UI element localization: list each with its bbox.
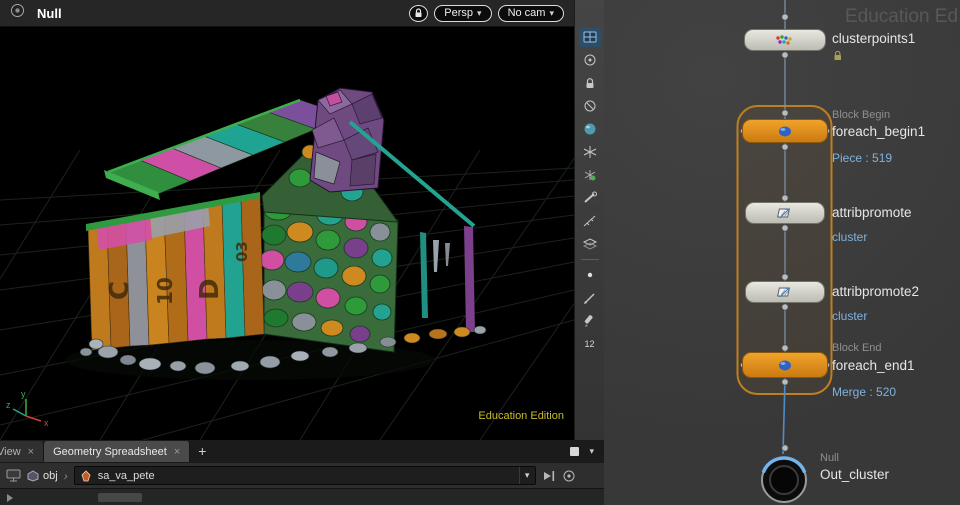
svg-text:z: z xyxy=(6,400,11,410)
node-foreach-begin1-label[interactable]: foreach_begin1 xyxy=(832,124,925,139)
toolbar-orbit-icon[interactable] xyxy=(579,50,601,70)
camera-label: No cam xyxy=(507,7,546,19)
node-foreach-end1-info: Merge : 520 xyxy=(832,385,897,399)
attribpromote-icon xyxy=(777,208,790,219)
expand-caret-icon[interactable] xyxy=(7,494,13,502)
scene-viewport[interactable]: C 10 D 03 y z x Null Persp ▾ No cam ▾ Ed… xyxy=(0,0,574,440)
node-attribpromote[interactable] xyxy=(745,202,825,224)
chevron-down-icon: ▾ xyxy=(549,7,554,18)
toolbar-layout-icon[interactable] xyxy=(578,27,601,47)
pane-menu-icon[interactable]: ▾ xyxy=(589,446,594,457)
toolbar-camera-icon[interactable] xyxy=(579,96,601,116)
left-pane: C 10 D 03 y z x Null Persp ▾ No cam ▾ Ed… xyxy=(0,0,604,505)
pane-tabbar: View × Geometry Spreadsheet × + ▾ xyxy=(0,440,604,462)
houdini-window: C 10 D 03 y z x Null Persp ▾ No cam ▾ Ed… xyxy=(0,0,960,505)
node-out-cluster[interactable] xyxy=(758,454,810,505)
lock-icon xyxy=(415,8,422,17)
svg-text:C: C xyxy=(105,281,135,300)
perspective-label: Persp xyxy=(444,7,474,19)
node-attribpromote-info: cluster xyxy=(832,230,868,244)
node-clusterpoints1-label[interactable]: clusterpoints1 xyxy=(832,31,915,46)
null-output-icon xyxy=(761,456,807,503)
breadcrumb-separator: › xyxy=(61,468,70,483)
toolbar-tools-icon[interactable] xyxy=(579,188,601,208)
lock-flag-icon xyxy=(834,50,841,60)
node-foreach-end1[interactable] xyxy=(742,352,828,378)
tab-view[interactable]: View × xyxy=(0,441,45,462)
toolbar-layers-icon[interactable] xyxy=(579,234,601,254)
close-icon[interactable]: × xyxy=(174,446,180,458)
tab-geometry-spreadsheet-label: Geometry Spreadsheet xyxy=(53,445,167,458)
pin-path-icon[interactable] xyxy=(542,469,556,483)
svg-text:y: y xyxy=(21,389,26,399)
sync-selection-icon[interactable] xyxy=(562,469,576,483)
node-out-cluster-label[interactable]: Out_cluster xyxy=(820,467,889,482)
lock-camera-button[interactable] xyxy=(409,4,429,22)
viewport-menu-icon[interactable] xyxy=(10,3,25,23)
node-attribpromote2-label[interactable]: attribpromote2 xyxy=(832,284,919,299)
node-foreach-begin1-info: Piece : 519 xyxy=(832,151,893,165)
pane-maximize-icon[interactable] xyxy=(570,446,580,456)
node-foreach-begin1[interactable] xyxy=(742,119,828,143)
clusterpoints-icon xyxy=(776,35,792,45)
viewport-toolbar: 12 xyxy=(574,0,604,440)
toolbar-measure-icon[interactable] xyxy=(579,211,601,231)
education-edition-watermark: Education Edition xyxy=(478,410,564,422)
chevron-down-icon: ▾ xyxy=(477,7,482,18)
node-attribpromote-label[interactable]: attribpromote xyxy=(832,205,912,220)
attribpromote-icon xyxy=(777,287,790,298)
chevron-down-icon: ▾ xyxy=(524,470,530,480)
breadcrumb-obj-label: obj xyxy=(43,469,58,482)
node-clusterpoints1[interactable] xyxy=(744,29,826,51)
viewport-topbar: Null Persp ▾ No cam ▾ xyxy=(0,0,574,27)
toolbar-divider xyxy=(580,259,599,260)
toolbar-pen-icon[interactable] xyxy=(579,288,601,308)
add-tab-button[interactable]: + xyxy=(190,440,214,462)
path-dropdown-button[interactable]: ▾ xyxy=(518,467,535,484)
node-foreach-end1-header: Block End xyxy=(832,342,882,354)
perspective-menu-button[interactable]: Persp ▾ xyxy=(434,4,492,22)
node-path-field[interactable]: sa_va_pete ▾ xyxy=(73,466,536,485)
geometry-node-icon xyxy=(80,469,92,482)
toolbar-lock-icon[interactable] xyxy=(579,73,601,93)
block-end-icon xyxy=(779,360,791,370)
tab-view-label: View xyxy=(0,445,21,458)
toolbar-frame-count[interactable]: 12 xyxy=(579,334,601,354)
node-out-cluster-header: Null xyxy=(820,452,839,464)
tab-geometry-spreadsheet[interactable]: Geometry Spreadsheet × xyxy=(44,441,191,462)
svg-text:x: x xyxy=(44,418,49,428)
camera-select-button[interactable]: No cam ▾ xyxy=(497,4,564,22)
node-foreach-end1-label[interactable]: foreach_end1 xyxy=(832,358,915,373)
node-path-value: sa_va_pete xyxy=(97,469,155,482)
toolbar-snap-icon[interactable] xyxy=(579,142,601,162)
viewport-title: Null xyxy=(37,5,62,21)
path-root-icon[interactable] xyxy=(6,469,21,482)
bottom-strip-button[interactable] xyxy=(98,493,142,502)
toolbar-dot-icon[interactable] xyxy=(579,265,601,285)
toolbar-shading-icon[interactable] xyxy=(579,119,601,139)
svg-text:03: 03 xyxy=(233,241,251,262)
block-begin-icon xyxy=(779,126,791,136)
svg-text:10: 10 xyxy=(153,277,177,305)
close-icon[interactable]: × xyxy=(28,446,34,458)
svg-text:D: D xyxy=(195,278,225,300)
node-attribpromote2[interactable] xyxy=(745,281,825,303)
toolbar-pencil-icon[interactable] xyxy=(579,311,601,331)
node-foreach-begin1-header: Block Begin xyxy=(832,109,891,121)
network-pathbar: obj › sa_va_pete ▾ xyxy=(0,462,604,488)
network-editor[interactable]: Education Ed clusterpoints1 Block Begin … xyxy=(604,0,960,505)
toolbar-construction-icon[interactable] xyxy=(579,165,601,185)
bottom-strip xyxy=(0,488,604,505)
node-attribpromote2-info: cluster xyxy=(832,309,868,323)
network-wires xyxy=(736,0,833,455)
obj-context-icon xyxy=(27,469,39,482)
scene-3d: C 10 D 03 y z x xyxy=(0,87,574,440)
breadcrumb-obj[interactable]: obj xyxy=(27,470,58,482)
